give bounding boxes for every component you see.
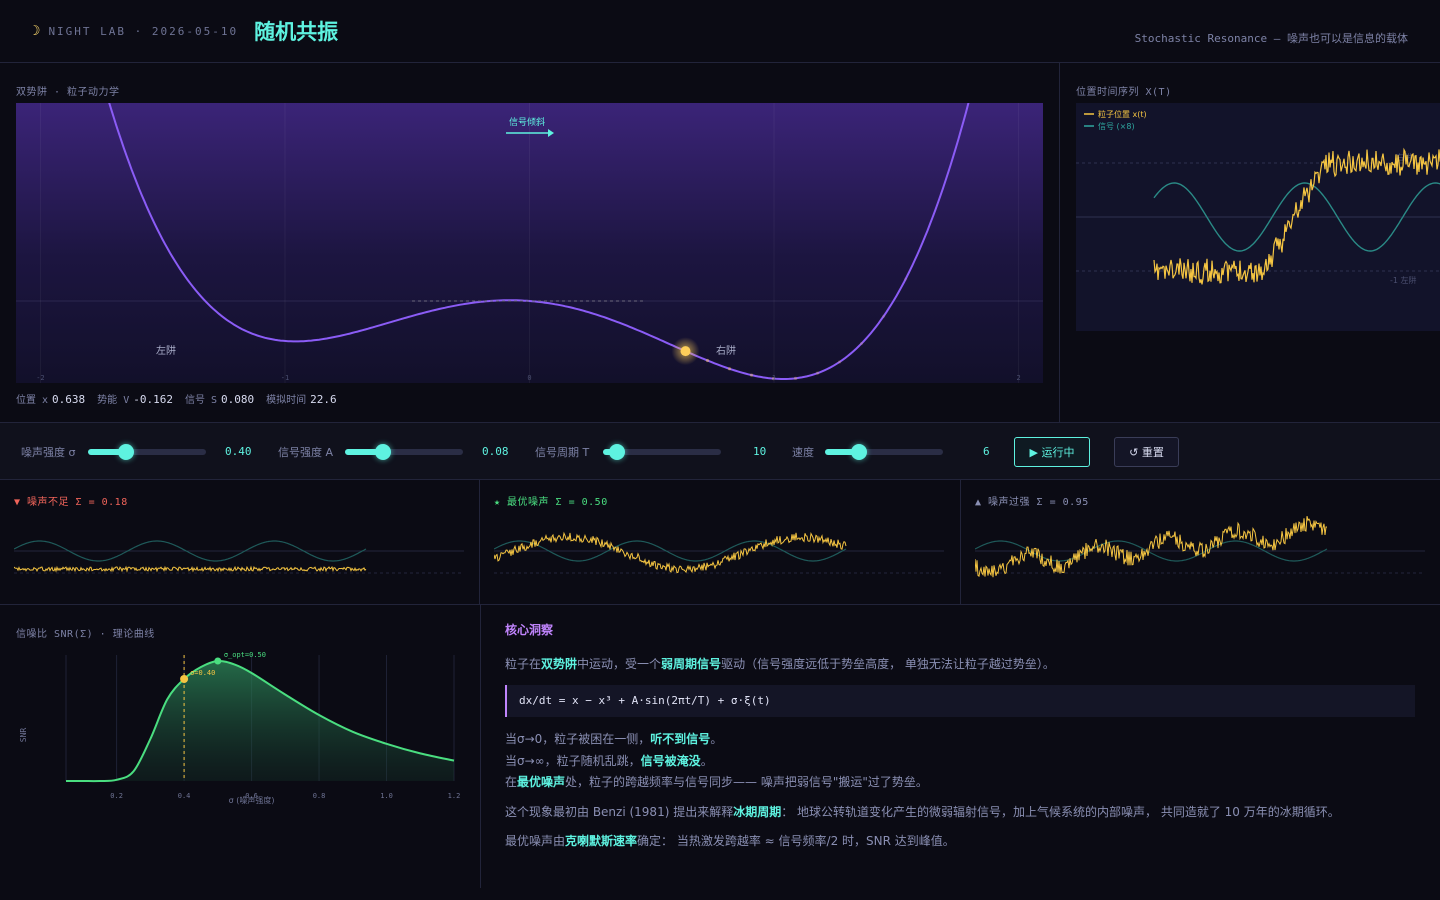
snr-tick-label: 0.4 xyxy=(178,792,191,800)
controls-bar: 噪声强度 σ 0.40 信号强度 A 0.08 信号周期 T 10 速度 6 ▶… xyxy=(0,422,1440,480)
mini-plot-high xyxy=(975,515,1425,578)
readout-time: 模拟时间 22.6 xyxy=(266,393,337,406)
snr-current-label: σ=0.40 xyxy=(190,669,215,677)
insight-panel: 核心洞察 粒子在双势阱中运动，受一个弱周期信号驱动（信号强度远低于势垒高度， 单… xyxy=(505,620,1415,861)
signal-tilt-label: 信号倾斜 xyxy=(509,116,545,128)
snr-label: 信噪比 SNR(Σ) · 理论曲线 xyxy=(16,629,155,640)
reset-button[interactable]: ↺ 重置 xyxy=(1114,437,1179,467)
potential-tick-label: 2 xyxy=(1016,374,1020,382)
amp-slider-thumb[interactable] xyxy=(374,444,391,460)
formula: dx/dt = x − x³ + A·sin(2πt/T) + σ·ξ(t) xyxy=(505,685,1415,717)
snr-optimal-point xyxy=(214,657,222,665)
particle-trail-dot xyxy=(859,341,864,346)
potential-tick-label: 0 xyxy=(527,374,531,382)
page-title: 随机共振 xyxy=(254,20,339,44)
noise-slider[interactable] xyxy=(88,444,206,460)
particle-trail-dot xyxy=(705,358,710,363)
noise-slider-thumb[interactable] xyxy=(117,444,134,460)
insight-title: 核心洞察 xyxy=(505,623,554,637)
legend-particle: 粒子位置 x(t) xyxy=(1098,109,1147,119)
particle-trail-dot xyxy=(793,376,798,380)
run-button[interactable]: ▶ 运行中 xyxy=(1014,437,1090,467)
snr-chart: 0.2 0.4 0.6 0.8 1.0 1.2 σ=0.40σ_opt=0.50 SNR … xyxy=(19,651,461,805)
lab-date: NIGHT LAB · 2026-05-10 xyxy=(48,24,239,38)
mini-plot-optimal xyxy=(494,531,944,574)
particle-trail-dot xyxy=(903,277,908,281)
particle xyxy=(680,346,691,357)
insight-p3: 最优噪声由克喇默斯速率确定： 当热激发跨越率 ≈ 信号频率/2 时，SNR 达到… xyxy=(505,834,955,849)
insight-line-2: 当σ→∞，粒子随机乱跳，信号被淹没。 xyxy=(505,753,713,768)
snr-optimal-label: σ_opt=0.50 xyxy=(224,651,266,659)
noise-value: 0.40 xyxy=(225,445,252,458)
speed-value: 6 xyxy=(983,445,990,458)
period-value: 10 xyxy=(753,445,767,458)
potential-plot: 信号倾斜 左阱 右阱 -2 -1 0 1 2 xyxy=(16,103,1043,383)
potential-tick-label: 1 xyxy=(772,374,776,382)
timeseries-plot: 粒子位置 x(t) 信号 (×8) 右阱 -1 左阱 xyxy=(1076,103,1440,331)
mini-particle-line xyxy=(975,515,1327,578)
legend-signal: 信号 (×8) xyxy=(1098,121,1135,131)
particle-trail-dot xyxy=(727,367,732,371)
period-slider[interactable] xyxy=(603,444,721,460)
snr-tick-label: 1.0 xyxy=(380,792,393,800)
ts-left-label: -1 左阱 xyxy=(1390,275,1417,285)
snr-current-point xyxy=(180,675,189,683)
moon-icon: ☽ xyxy=(32,23,41,39)
readout-bar: 位置 x 0.638 势能 V -0.162 信号 S 0.080 模拟时间 22.6 xyxy=(16,391,337,406)
readout-position: 位置 x 0.638 xyxy=(16,393,86,406)
left-well-label: 左阱 xyxy=(156,344,176,357)
app-header: ☽ NIGHT LAB · 2026-05-10 随机共振 Stochastic… xyxy=(0,0,1440,63)
insight-line-1: 当σ→0，粒子被困在一侧，听不到信号。 xyxy=(505,731,723,746)
tagline: Stochastic Resonance — 噪声也可以是信息的载体 xyxy=(1134,32,1408,45)
particle-trail-dot xyxy=(749,373,754,377)
particle-trail-dot xyxy=(815,371,820,375)
amp-label: 信号强度 A xyxy=(278,446,334,459)
speed-slider[interactable] xyxy=(825,444,943,460)
particle-trail-dot xyxy=(881,314,886,318)
insight-p1: 粒子在双势阱中运动，受一个弱周期信号驱动（信号强度远低于势垒高度， 单独无法让粒… xyxy=(505,656,1055,671)
mini-high-label: ▲ 噪声过强 Σ = 0.95 xyxy=(975,497,1089,508)
right-well-label: 右阱 xyxy=(716,344,736,357)
potential-label: 双势阱 · 粒子动力学 xyxy=(16,87,120,98)
particle-trail-dot xyxy=(837,360,842,364)
snr-xlabel: σ (噪声强度) xyxy=(229,795,275,805)
period-slider-thumb[interactable] xyxy=(609,444,626,460)
snr-tick-label: 1.2 xyxy=(448,792,461,800)
speed-label: 速度 xyxy=(792,446,814,459)
amp-slider[interactable] xyxy=(345,444,463,460)
snr-tick-label: 0.8 xyxy=(313,792,326,800)
readout-potential: 势能 V -0.162 xyxy=(97,393,173,406)
mini-plot-low xyxy=(14,540,464,574)
mini-low-label: ▼ 噪声不足 Σ = 0.18 xyxy=(14,497,128,508)
readout-signal: 信号 S 0.080 xyxy=(184,393,255,406)
insight-p2: 这个现象最初由 Benzi (1981) 提出来解释冰期周期： 地球公转轨道变化… xyxy=(505,804,1340,819)
speed-slider-thumb[interactable] xyxy=(851,444,868,460)
mini-particle-line xyxy=(14,565,367,573)
snr-tick-label: 0.2 xyxy=(110,792,123,800)
noise-label: 噪声强度 σ xyxy=(21,446,76,459)
insight-line-3: 在最优噪声处，粒子的跨越频率与信号同步—— 噪声把弱信号"搬运"过了势垒。 xyxy=(505,775,928,790)
mini-opt-label: ★ 最优噪声 Σ = 0.50 xyxy=(494,497,608,508)
period-label: 信号周期 T xyxy=(535,446,590,459)
timeseries-label: 位置时间序列 X(T) xyxy=(1076,87,1172,98)
snr-ylabel: SNR xyxy=(19,728,28,743)
potential-tick-label: -1 xyxy=(281,374,289,382)
potential-tick-label: -2 xyxy=(36,374,44,382)
amp-value: 0.08 xyxy=(482,445,509,458)
